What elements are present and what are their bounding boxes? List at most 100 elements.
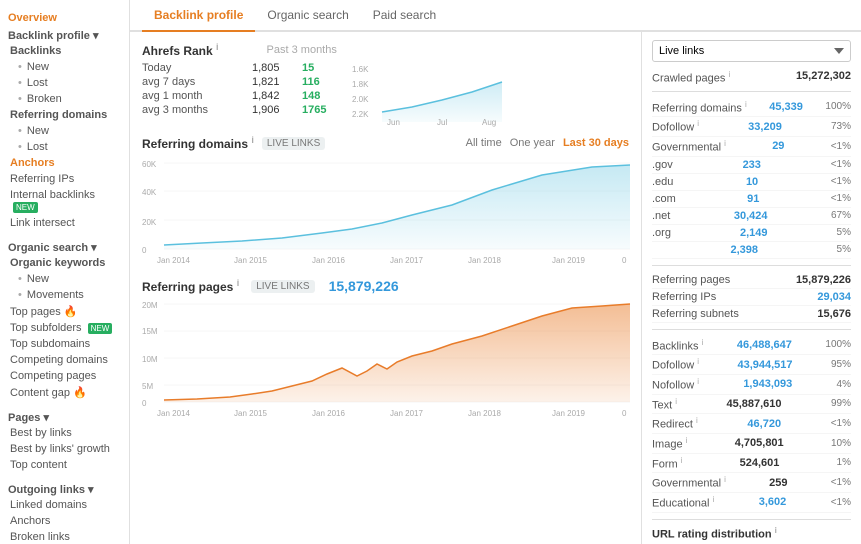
sidebar-section-organic[interactable]: Organic search ▾: [0, 237, 129, 255]
sidebar-item-competing-pages[interactable]: Competing pages: [0, 368, 129, 384]
time-filter-all[interactable]: All time: [466, 137, 502, 149]
ref-pages-title: Referring pages i: [142, 278, 239, 294]
stat-val-edu: 10: [746, 176, 758, 188]
sidebar-overview[interactable]: Overview: [0, 8, 129, 26]
ref-domains-stats: Referring domains i 45,339 100% Dofollow…: [652, 98, 851, 259]
svg-text:Jan 2019: Jan 2019: [552, 256, 585, 265]
sidebar-item-refdom-new[interactable]: • New: [0, 123, 129, 139]
svg-text:0: 0: [622, 409, 627, 418]
svg-text:Jan 2015: Jan 2015: [234, 256, 267, 265]
sidebar-item-competing-domains[interactable]: Competing domains: [0, 352, 129, 368]
stat-label-gov: .gov: [652, 159, 673, 171]
tab-organic-search[interactable]: Organic search: [255, 0, 360, 32]
stat-label-net: .net: [652, 210, 670, 222]
tab-paid-search[interactable]: Paid search: [361, 0, 448, 32]
sidebar-item-internal-backlinks[interactable]: Internal backlinks NEW: [0, 187, 129, 215]
svg-text:Jan 2016: Jan 2016: [312, 256, 345, 265]
stat-label-image: Image i: [652, 436, 687, 451]
stat-label-govt: Governmental i: [652, 475, 726, 490]
ahrefs-rank-period: Past 3 months: [267, 44, 337, 56]
stat-pct-org: 5%: [837, 227, 851, 238]
stat-label-org: .org: [652, 227, 671, 239]
live-links-dropdown[interactable]: Live links Historical links: [652, 40, 851, 62]
stat-label-nofollow: Nofollow i: [652, 377, 699, 392]
sidebar-item-broken-links[interactable]: Broken links: [0, 529, 129, 544]
svg-text:Aug: Aug: [482, 118, 496, 127]
stat-pct-nofollow: 4%: [837, 379, 851, 390]
svg-text:1.6K: 1.6K: [352, 65, 369, 74]
sidebar-item-lost[interactable]: • Lost: [0, 75, 129, 91]
stat-val-redirect: 46,720: [747, 418, 781, 430]
ref-pages-stats: Referring pages 15,879,226 Referring IPs…: [652, 272, 851, 323]
stat-label-form: Form i: [652, 456, 683, 471]
sidebar-item-referring-ips[interactable]: Referring IPs: [0, 171, 129, 187]
svg-text:2.0K: 2.0K: [352, 95, 369, 104]
sidebar-item-best-by-links-growth[interactable]: Best by links' growth: [0, 441, 129, 457]
ahrefs-rank-title: Ahrefs Rank i: [142, 42, 219, 58]
sidebar-item-organic-keywords: Organic keywords: [0, 255, 129, 271]
sidebar-item-new[interactable]: • New: [0, 59, 129, 75]
sidebar-section-pages[interactable]: Pages ▾: [0, 407, 129, 425]
sidebar-item-top-pages[interactable]: Top pages 🔥: [0, 303, 129, 320]
svg-text:Jan 2014: Jan 2014: [157, 256, 190, 265]
sidebar-item-anchors[interactable]: Anchors: [0, 155, 129, 171]
time-filter-year[interactable]: One year: [510, 137, 555, 149]
sidebar-item-org-movements[interactable]: • Movements: [0, 287, 129, 303]
stat-val-gov: 233: [743, 159, 761, 171]
sidebar-item-referring-domains: Referring domains: [0, 107, 129, 123]
stat-pct-redirect: <1%: [831, 418, 851, 429]
stat-pct-com: <1%: [831, 193, 851, 204]
sidebar-item-link-intersect[interactable]: Link intersect: [0, 215, 129, 231]
stat-val-image: 4,705,801: [735, 437, 784, 449]
svg-text:0: 0: [622, 256, 627, 265]
sidebar-item-refdom-lost[interactable]: • Lost: [0, 139, 129, 155]
svg-text:Jan 2018: Jan 2018: [468, 256, 501, 265]
stat-val-text: 45,887,610: [726, 398, 781, 410]
svg-text:Jul: Jul: [437, 118, 447, 127]
stat-pct-governmental: <1%: [831, 141, 851, 152]
crawled-pages-value: 15,272,302: [796, 70, 851, 85]
sidebar-item-backlinks: Backlinks: [0, 43, 129, 59]
stat-label-edu: .edu: [652, 176, 673, 188]
stat-label-refdoms: Referring domains i: [652, 100, 747, 115]
sidebar-item-top-subdomains[interactable]: Top subdomains: [0, 336, 129, 352]
stat-val-form: 524,601: [740, 457, 780, 469]
tab-bar: Backlink profile Organic search Paid sea…: [130, 0, 861, 32]
stat-val-com: 91: [747, 193, 759, 205]
svg-text:Jan 2017: Jan 2017: [390, 409, 423, 418]
stat-pct-edu: <1%: [831, 176, 851, 187]
time-filter-30days[interactable]: Last 30 days: [563, 137, 629, 149]
sidebar-item-org-new[interactable]: • New: [0, 271, 129, 287]
sidebar-item-top-content[interactable]: Top content: [0, 457, 129, 473]
sidebar-item-linked-domains[interactable]: Linked domains: [0, 497, 129, 513]
sidebar-item-top-subfolders[interactable]: Top subfolders NEW: [0, 320, 129, 336]
left-content: Ahrefs Rank i Past 3 months Today1,80515…: [130, 32, 641, 544]
svg-text:Jan 2016: Jan 2016: [312, 409, 345, 418]
crawled-pages-label: Crawled pages i: [652, 70, 730, 85]
svg-text:15M: 15M: [142, 327, 158, 336]
svg-text:Jan 2014: Jan 2014: [157, 409, 190, 418]
stat-pct-bl-dofollow: 95%: [831, 359, 851, 370]
sidebar-item-best-by-links[interactable]: Best by links: [0, 425, 129, 441]
sidebar-section-outgoing[interactable]: Outgoing links ▾: [0, 479, 129, 497]
rank-stats-table: Today1,80515 avg 7 days1,821116 avg 1 mo…: [142, 62, 342, 127]
stat-val-refdoms: 45,339: [769, 101, 803, 113]
stat-val-governmental: 29: [772, 140, 784, 152]
sidebar-item-broken[interactable]: • Broken: [0, 91, 129, 107]
stat-val-refpages: 15,879,226: [796, 274, 851, 286]
stat-pct-gov: <1%: [831, 159, 851, 170]
sidebar-item-content-gap[interactable]: Content gap 🔥: [0, 384, 129, 401]
stat-val-govt: 259: [769, 477, 787, 489]
referring-pages-chart: 20M 15M 10M 5M 0: [142, 296, 629, 426]
ahrefs-rank-section: Ahrefs Rank i Past 3 months Today1,80515…: [142, 42, 512, 127]
ref-pages-value: 15,879,226: [329, 278, 399, 294]
stat-val-educational: 3,602: [759, 496, 787, 508]
rank-mini-chart: 1.6K 1.8K 2.0K 2.2K Jun Jul Aug: [352, 62, 512, 127]
sidebar-item-anchors-out[interactable]: Anchors: [0, 513, 129, 529]
svg-text:5M: 5M: [142, 382, 153, 391]
svg-text:40K: 40K: [142, 188, 157, 197]
crawled-pages-row: Crawled pages i 15,272,302: [652, 70, 851, 85]
tab-backlink-profile[interactable]: Backlink profile: [142, 0, 255, 32]
sidebar-section-backlink[interactable]: Backlink profile ▾: [0, 26, 129, 43]
svg-text:Jun: Jun: [387, 118, 400, 127]
